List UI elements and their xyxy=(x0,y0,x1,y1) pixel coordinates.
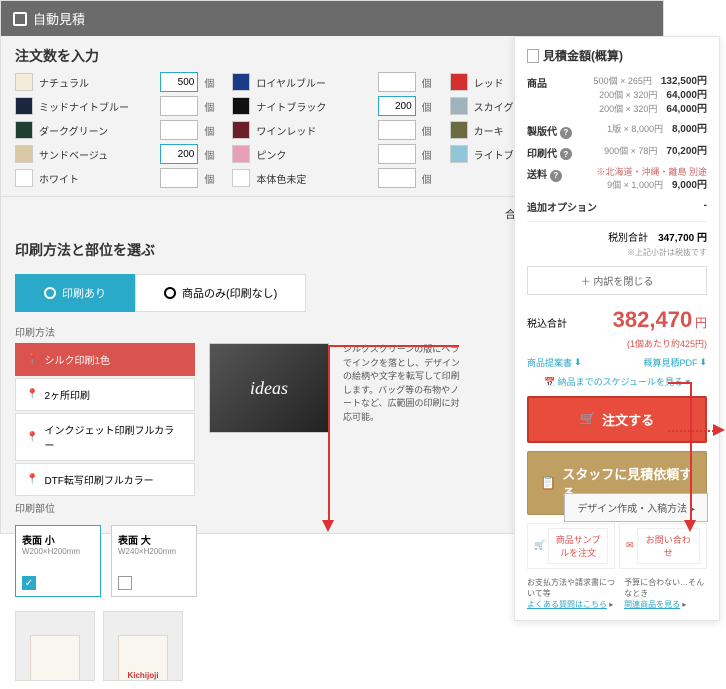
unit-label: 個 xyxy=(204,75,214,90)
grand-total-value: 382,470 xyxy=(613,307,693,332)
window-header: 自動見積 xyxy=(1,1,663,36)
header-title: 自動見積 xyxy=(33,9,85,28)
color-swatch xyxy=(15,97,33,115)
qty-input[interactable] xyxy=(378,96,416,116)
color-name: サンドベージュ xyxy=(39,147,154,162)
color-swatch xyxy=(450,145,468,163)
subtotal-note: ※上記小計は税抜です xyxy=(527,247,707,258)
qty-input[interactable] xyxy=(160,120,198,140)
method-description: シルクスクリーンの版にヘラでインクを落とし、デザインの絵柄や文字を転写して印刷し… xyxy=(343,343,463,496)
color-swatch xyxy=(232,97,250,115)
related-link[interactable]: 関連商品を見る xyxy=(624,600,680,609)
print-method-item[interactable]: 📍2ヶ所印刷 xyxy=(15,378,195,411)
estimate-key: 製版代 ? xyxy=(527,123,572,139)
arrow-down-icon xyxy=(322,520,334,532)
method-preview-image: ideas xyxy=(209,343,329,433)
product-thumbnail[interactable]: Kichijoji xyxy=(103,611,183,681)
qty-input[interactable] xyxy=(160,72,198,92)
unit-label: 個 xyxy=(204,99,214,114)
callout-line xyxy=(329,345,459,347)
per-unit-price: (1個あたり約425円) xyxy=(527,337,707,350)
qty-input[interactable] xyxy=(378,120,416,140)
qty-input[interactable] xyxy=(378,168,416,188)
unit-label: 個 xyxy=(422,171,432,186)
radio-icon xyxy=(44,287,56,299)
print-method-item[interactable]: 📍インクジェット印刷フルカラー xyxy=(15,413,195,461)
color-name: ロイヤルブルー xyxy=(256,75,371,90)
estimate-panel: 見積金額(概算) 商品 500個 × 265円 132,500円200個 × 3… xyxy=(514,36,720,621)
qty-input[interactable] xyxy=(378,144,416,164)
pin-icon: 📍 xyxy=(26,474,38,485)
color-name: ナイトブラック xyxy=(256,99,371,114)
callout-line xyxy=(668,382,692,384)
unit-label: 個 xyxy=(204,171,214,186)
radio-icon xyxy=(164,287,176,299)
qty-input[interactable] xyxy=(160,96,198,116)
faq-link[interactable]: よくある質問はこちら xyxy=(527,600,607,609)
color-swatch xyxy=(15,145,33,163)
document-icon xyxy=(527,49,539,63)
print-method-item[interactable]: 📍DTF転写印刷フルカラー xyxy=(15,463,195,496)
color-name: ダークグリーン xyxy=(39,123,154,138)
sample-order-link[interactable]: 🛒 商品サンプルを注文 xyxy=(527,523,615,569)
color-swatch xyxy=(15,73,33,91)
estimate-key: 追加オプション xyxy=(527,199,597,214)
subtotal-value: 347,700 円 xyxy=(658,233,707,244)
help-icon[interactable]: ? xyxy=(560,127,572,139)
unit-label: 個 xyxy=(422,147,432,162)
color-swatch xyxy=(232,145,250,163)
color-swatch xyxy=(450,73,468,91)
arrow-down-icon xyxy=(684,520,696,532)
callout-line xyxy=(328,345,330,521)
unit-label: 個 xyxy=(422,123,432,138)
color-name: 本体色未定 xyxy=(256,171,371,186)
unit-label: 個 xyxy=(204,123,214,138)
design-method-button[interactable]: デザイン作成・入稿方法 ▸ xyxy=(564,493,708,522)
estimate-title: 見積金額(概算) xyxy=(527,47,707,64)
arrow-right-icon xyxy=(713,424,725,436)
print-method-item[interactable]: 📍シルク印刷1色 xyxy=(15,343,195,376)
qty-input[interactable] xyxy=(160,168,198,188)
print-area-option[interactable]: 表面 大W240×H200mm xyxy=(111,525,197,597)
grand-total-label: 税込合計 xyxy=(527,315,567,330)
product-thumbnail[interactable] xyxy=(15,611,95,681)
print-tab[interactable]: 印刷あり xyxy=(15,274,135,312)
color-swatch xyxy=(232,121,250,139)
unit-label: 個 xyxy=(204,147,214,162)
color-swatch xyxy=(15,121,33,139)
qty-input[interactable] xyxy=(160,144,198,164)
quote-pdf-link[interactable]: 概算見積PDF ⬇ xyxy=(643,356,707,369)
callout-dotted-line xyxy=(668,430,714,432)
color-swatch xyxy=(15,169,33,187)
qty-input[interactable] xyxy=(378,72,416,92)
order-button[interactable]: 🛒 注文する xyxy=(527,396,707,443)
pin-icon: 📍 xyxy=(26,354,38,365)
collapse-breakdown[interactable]: ＋ 内訳を閉じる xyxy=(527,266,707,295)
pin-icon: 📍 xyxy=(26,432,38,443)
color-name: ホワイト xyxy=(39,171,154,186)
unit-label: 個 xyxy=(422,99,432,114)
callout-line xyxy=(690,382,692,522)
print-tab[interactable]: 商品のみ(印刷なし) xyxy=(135,274,306,312)
estimate-key: 印刷代 ? xyxy=(527,145,572,161)
unit-label: 個 xyxy=(422,75,432,90)
proposal-link[interactable]: 商品提案書 ⬇ xyxy=(527,356,582,369)
print-area-option[interactable]: 表面 小W200×H200mm✓ xyxy=(15,525,101,597)
color-name: ミッドナイトブルー xyxy=(39,99,154,114)
pin-icon: 📍 xyxy=(26,389,38,400)
checkbox-icon: ✓ xyxy=(22,576,36,590)
color-name: ピンク xyxy=(256,147,371,162)
help-icon[interactable]: ? xyxy=(560,148,572,160)
color-swatch xyxy=(232,73,250,91)
color-name: ワインレッド xyxy=(256,123,371,138)
color-swatch xyxy=(450,97,468,115)
help-icon[interactable]: ? xyxy=(550,170,562,182)
color-name: ナチュラル xyxy=(39,75,154,90)
estimate-key: 商品 xyxy=(527,75,547,90)
checkbox-icon xyxy=(118,576,132,590)
estimate-key: 送料 ? xyxy=(527,166,562,182)
color-swatch xyxy=(450,121,468,139)
color-swatch xyxy=(232,169,250,187)
calculator-icon xyxy=(13,12,27,26)
